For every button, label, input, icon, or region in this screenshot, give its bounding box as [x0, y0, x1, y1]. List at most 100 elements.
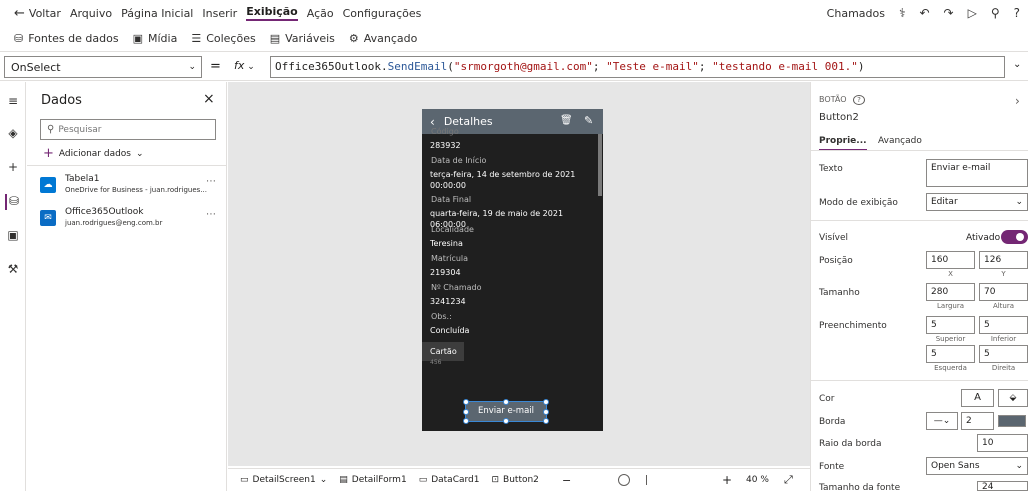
view-toolbar: ⛁ Fontes de dados ▣ Mídia ☰ Coleções ▤ Variá… [0, 26, 1028, 52]
border-style-dropdown[interactable]: —⌄ [926, 412, 958, 430]
variaveis-button[interactable]: ▤ Variáveis [270, 32, 335, 45]
screen-icon: ▭ [240, 475, 249, 485]
crumb-datacard[interactable]: ▭ DataCard1 [419, 475, 480, 485]
control-name[interactable]: Button2 [819, 112, 859, 123]
avancado-button[interactable]: ⚙ Avançado [349, 32, 417, 45]
search-box[interactable]: ⚲ [40, 119, 216, 140]
crumb-detailscreen[interactable]: ▭ DetailScreen1 ⌄ [240, 475, 327, 485]
plus-icon[interactable]: + [5, 160, 21, 176]
media-rail-icon[interactable]: ▣ [5, 228, 21, 244]
design-canvas[interactable]: ‹ Detalhes 🗑 ✎ Código 283932 Data de Iní… [228, 82, 810, 466]
pad-inferior-input[interactable]: 5 [979, 316, 1028, 334]
modo-label: Modo de exibição [819, 198, 898, 208]
resize-handle[interactable] [543, 418, 549, 424]
help-icon[interactable]: ? [1014, 6, 1020, 20]
undo-icon[interactable]: ↶ [919, 6, 929, 20]
crumb-button[interactable]: ⊡ Button2 [491, 475, 538, 485]
pad-direita-input[interactable]: 5 [979, 345, 1028, 363]
fx-icon: fx [234, 59, 245, 72]
menu-exibicao[interactable]: Exibição [246, 5, 298, 21]
border-thickness-input[interactable]: 2 [961, 412, 994, 430]
expand-formula-icon[interactable]: ⌄ [1013, 59, 1021, 70]
zoom-in-button[interactable]: + [722, 473, 732, 487]
variables-icon: ▤ [269, 32, 281, 45]
scrollbar[interactable] [598, 134, 602, 196]
hamburger-icon[interactable]: ≡ [5, 94, 21, 110]
chevron-right-icon[interactable]: › [1015, 94, 1020, 108]
menu-arquivo[interactable]: Arquivo [70, 7, 112, 20]
resize-handle[interactable] [463, 409, 469, 415]
texto-label: Texto [819, 164, 843, 174]
resize-handle[interactable] [463, 418, 469, 424]
tamanho-fonte-input[interactable]: 24 [977, 481, 1028, 491]
pad-superior-input[interactable]: 5 [926, 316, 975, 334]
data-source-item[interactable]: ✉ Office365Outlook juan.rodrigues@eng.co… [40, 207, 220, 233]
share-user-icon[interactable]: ⚲ [991, 6, 1000, 20]
play-icon[interactable]: ▷ [968, 6, 977, 20]
formula-input[interactable]: Office365Outlook.SendEmail("srmorgoth@gm… [270, 56, 1005, 78]
text-color-button[interactable]: A [961, 389, 994, 407]
altura-input[interactable]: 70 [979, 283, 1028, 301]
resize-handle[interactable] [543, 399, 549, 405]
field-value: terça-feira, 14 de setembro de 2021 00:0… [430, 170, 576, 190]
midia-button[interactable]: ▣ Mídia [133, 32, 178, 45]
pos-y-input[interactable]: 126 [979, 251, 1028, 269]
texto-input[interactable]: Enviar e-mail [926, 159, 1028, 187]
redo-icon[interactable]: ↷ [944, 6, 954, 20]
property-dropdown[interactable]: OnSelect ⌄ [4, 56, 202, 78]
visivel-toggle[interactable] [1001, 230, 1028, 244]
field-value: Teresina [430, 239, 463, 248]
plus-icon: + [43, 146, 54, 161]
close-icon[interactable]: × [203, 91, 215, 107]
add-data-button[interactable]: + Adicionar dados ⌄ [43, 146, 144, 161]
resize-handle[interactable] [503, 399, 509, 405]
pos-x-input[interactable]: 160 [926, 251, 975, 269]
modo-dropdown[interactable]: Editar ⌄ [926, 193, 1028, 211]
more-icon[interactable]: ⋯ [206, 176, 216, 187]
edit-pencil-icon[interactable]: ✎ [584, 114, 593, 127]
trash-icon[interactable]: 🗑 [560, 115, 573, 126]
media-icon: ▣ [132, 32, 143, 45]
menu-inserir[interactable]: Inserir [202, 7, 237, 20]
fx-button[interactable]: fx ⌄ [234, 59, 255, 72]
partial-field-label: Código [431, 127, 459, 136]
fontes-de-dados-button[interactable]: ⛁ Fontes de dados [14, 32, 119, 45]
colecoes-button[interactable]: ☰ Coleções [191, 32, 255, 45]
top-right-tools: Chamados ⚕ ↶ ↷ ▷ ⚲ ? [827, 0, 1020, 26]
tab-advanced[interactable]: Avançado [878, 136, 922, 146]
tools-icon[interactable]: ⚒ [5, 262, 21, 278]
fonte-dropdown[interactable]: Open Sans ⌄ [926, 457, 1028, 475]
tab-properties[interactable]: Proprie... [819, 136, 867, 151]
back-button[interactable]: ← Voltar [14, 6, 61, 21]
phone-screen[interactable]: ‹ Detalhes 🗑 ✎ Código 283932 Data de Iní… [422, 109, 603, 431]
raio-input[interactable]: 10 [977, 434, 1028, 452]
more-icon[interactable]: ⋯ [206, 209, 216, 220]
inferior-label: Inferior [990, 335, 1017, 343]
data-source-item[interactable]: ☁ Tabela1 OneDrive for Business - juan.r… [40, 174, 220, 200]
largura-input[interactable]: 280 [926, 283, 975, 301]
fit-to-window-icon[interactable]: ⤢ [784, 473, 793, 487]
pad-esquerda-input[interactable]: 5 [926, 345, 975, 363]
menu-pagina-inicial[interactable]: Página Inicial [121, 7, 193, 20]
zoom-out-button[interactable]: − [562, 474, 571, 487]
search-icon: ⚲ [47, 124, 55, 135]
field-value: 219304 [430, 268, 461, 277]
zoom-slider[interactable] [618, 474, 630, 486]
resize-handle[interactable] [463, 399, 469, 405]
crumb-detailform[interactable]: ▤ DetailForm1 [339, 475, 406, 485]
status-bar: ▭ DetailScreen1 ⌄ ▤ DetailForm1 ▭ DataCard1 … [228, 468, 810, 491]
search-input[interactable] [58, 124, 199, 135]
zoom-level: 40 % [746, 475, 769, 485]
layers-icon[interactable]: ◈ [5, 126, 21, 142]
menu-acao[interactable]: Ação [307, 7, 334, 20]
database-icon[interactable]: ⛁ [5, 194, 21, 210]
menu-configuracoes[interactable]: Configurações [343, 7, 422, 20]
resize-handle[interactable] [503, 418, 509, 424]
border-color-swatch[interactable] [998, 415, 1026, 427]
data-panel: Dados × ⚲ + Adicionar dados ⌄ ☁ Tabela1 … [27, 82, 227, 491]
data-panel-title: Dados [41, 93, 82, 108]
stethoscope-icon[interactable]: ⚕ [899, 6, 906, 20]
resize-handle[interactable] [543, 409, 549, 415]
fill-color-button[interactable]: ⬙ [998, 389, 1028, 407]
help-circle-icon[interactable]: ? [853, 95, 865, 105]
